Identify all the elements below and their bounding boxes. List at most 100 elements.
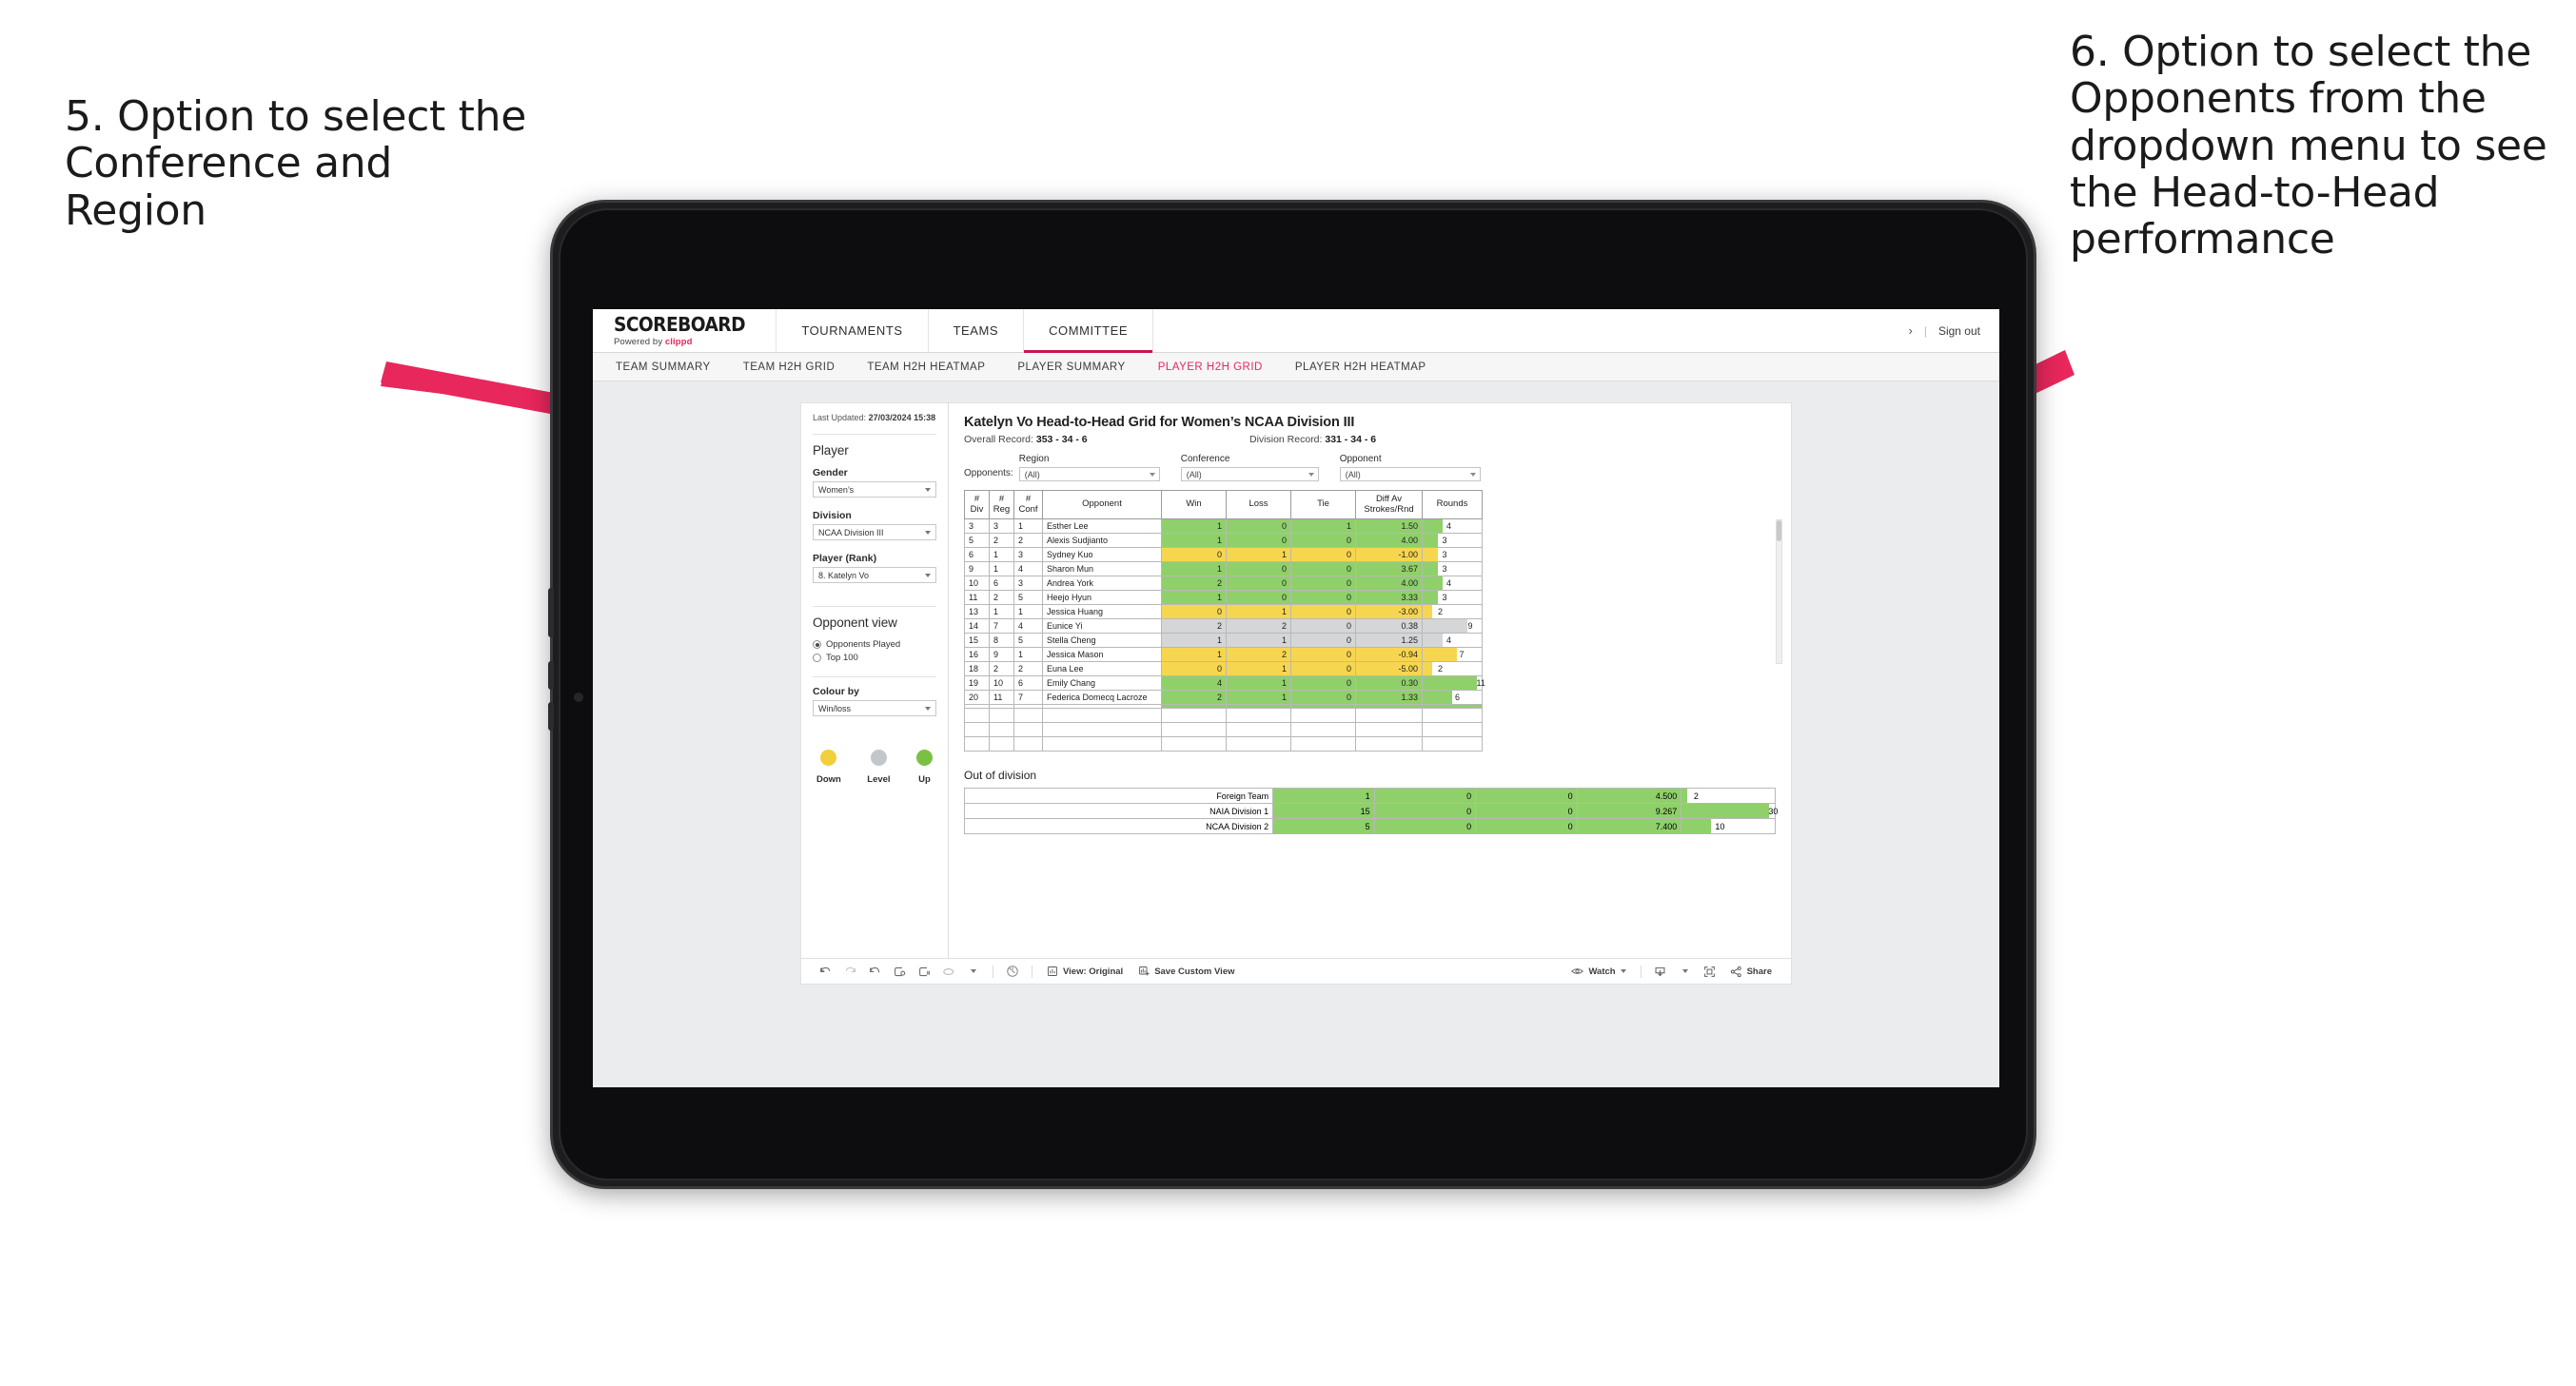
cell-diff[interactable]: 1.25 [1355,633,1423,648]
highlight-dropdown-caret[interactable] [961,969,986,973]
cell-opponent[interactable]: Federica Domecq Lacroze [1042,690,1162,705]
fix-axes-icon[interactable] [1000,965,1025,978]
cell-rounds[interactable]: 3 [1422,547,1483,562]
cell-win[interactable]: 1 [1161,561,1227,576]
cell-loss[interactable]: 0 [1226,590,1291,605]
brand-logo[interactable]: SCOREBOARD Powered by clippd [593,309,777,352]
cell-loss[interactable]: 0 [1226,576,1291,591]
cell-opponent[interactable]: Jessica Mason [1042,647,1162,662]
table-row[interactable]: 10 6 3 Andrea York 2 0 0 4.00 4 [964,576,1483,591]
cell-rounds[interactable]: 2 [1422,604,1483,619]
cell-ood-diff[interactable]: 7.400 [1576,818,1682,834]
download-icon[interactable] [1648,966,1673,978]
cell-rounds[interactable]: 9 [1422,618,1483,634]
out-of-division-row[interactable]: NCAA Division 2 5 0 0 7.400 10 [963,818,1776,834]
cell-ood-diff[interactable]: 9.267 [1576,803,1682,819]
cell-win[interactable]: 1 [1161,633,1227,648]
cell-opponent[interactable]: Alexis Sudjianto [1042,533,1162,548]
gender-select[interactable]: Women’s [813,481,936,498]
cell-rounds[interactable]: 6 [1422,690,1483,705]
cell-opponent[interactable]: Euna Lee [1042,661,1162,676]
cell-loss[interactable]: 1 [1226,675,1291,691]
col-div[interactable]: # Div [964,490,990,519]
cell-reg[interactable]: 10 [989,675,1014,691]
cell-conf[interactable]: 2 [1013,533,1043,548]
cell-reg[interactable]: 8 [989,633,1014,648]
cell-tie[interactable]: 0 [1290,661,1356,676]
cell-loss[interactable]: 1 [1226,661,1291,676]
chevron-right-icon[interactable]: › [1908,323,1912,338]
subnav-item-team-summary[interactable]: TEAM SUMMARY [616,361,711,373]
cell-conf[interactable]: 3 [1013,576,1043,591]
table-row[interactable]: 6 1 3 Sydney Kuo 0 1 0 -1.00 3 [964,547,1483,562]
col-opponent[interactable]: Opponent [1042,490,1162,519]
save-custom-view-button[interactable]: Save Custom View [1131,966,1242,977]
cell-conf[interactable]: 5 [1013,590,1043,605]
col-tie[interactable]: Tie [1290,490,1356,519]
cell-reg[interactable]: 1 [989,547,1014,562]
cell-tie[interactable]: 0 [1290,675,1356,691]
table-row[interactable]: 20 11 7 Federica Domecq Lacroze 2 1 0 1.33 6 [964,690,1483,705]
cell-reg[interactable]: 6 [989,576,1014,591]
cell-rounds[interactable]: 7 [1422,647,1483,662]
cell-win[interactable]: 1 [1161,518,1227,534]
refresh-icon[interactable] [887,966,912,978]
cell-div[interactable]: 6 [964,547,990,562]
topnav-item-committee[interactable]: COMMITTEE [1024,309,1154,353]
table-row[interactable]: 15 8 5 Stella Cheng 1 1 0 1.25 4 [964,633,1483,648]
cell-opponent[interactable]: Andrea York [1042,576,1162,591]
watch-button[interactable]: Watch [1563,966,1633,977]
cell-div[interactable]: 13 [964,604,990,619]
cell-win[interactable]: 2 [1161,576,1227,591]
cell-rounds[interactable]: 3 [1422,533,1483,548]
device-button-b[interactable] [548,661,554,690]
cell-div[interactable]: 16 [964,647,990,662]
table-row[interactable]: 19 10 6 Emily Chang 4 1 0 0.30 11 [964,675,1485,691]
device-volume-button[interactable] [548,588,554,637]
cell-opponent[interactable]: Sharon Mun [1042,561,1162,576]
cell-div[interactable]: 15 [964,633,990,648]
cell-diff[interactable]: 0.38 [1355,618,1423,634]
col-diff[interactable]: Diff Av Strokes/Rnd [1355,490,1423,519]
cell-opponent[interactable]: Sydney Kuo [1042,547,1162,562]
cell-opponent[interactable]: Emily Chang [1042,675,1162,691]
colour-by-select[interactable]: Win/loss [813,700,936,717]
cell-conf[interactable]: 6 [1013,675,1043,691]
cell-win[interactable]: 0 [1161,661,1227,676]
device-button-c[interactable] [548,702,554,731]
cell-div[interactable]: 20 [964,690,990,705]
cell-reg[interactable]: 2 [989,533,1014,548]
cell-conf[interactable]: 1 [1013,604,1043,619]
cell-rounds[interactable]: 3 [1422,561,1483,576]
cell-ood-loss[interactable]: 0 [1373,803,1477,819]
cell-reg[interactable]: 2 [989,590,1014,605]
cell-tie[interactable]: 0 [1290,633,1356,648]
cell-win[interactable]: 1 [1161,647,1227,662]
cell-conf[interactable]: 4 [1013,561,1043,576]
cell-div[interactable]: 14 [964,618,990,634]
cell-tie[interactable]: 0 [1290,590,1356,605]
cell-win[interactable]: 1 [1161,533,1227,548]
cell-diff[interactable]: 4.00 [1355,533,1423,548]
table-row[interactable]: 9 1 4 Sharon Mun 1 0 0 3.67 3 [964,561,1483,576]
cell-ood-loss[interactable]: 0 [1373,818,1477,834]
region-dropdown[interactable]: (All) [1018,467,1160,481]
cell-tie[interactable]: 0 [1290,690,1356,705]
cell-conf[interactable]: 4 [1013,618,1043,634]
cell-tie[interactable]: 0 [1290,533,1356,548]
grid-scrollbar-thumb[interactable] [1777,520,1781,541]
cell-win[interactable]: 1 [1161,590,1227,605]
cell-loss[interactable]: 1 [1226,604,1291,619]
subnav-item-player-summary[interactable]: PLAYER SUMMARY [1017,361,1125,373]
cell-diff[interactable]: 1.50 [1355,518,1423,534]
cell-div[interactable]: 19 [964,675,990,691]
cell-win[interactable]: 0 [1161,547,1227,562]
cell-conf[interactable]: 1 [1013,647,1043,662]
table-row[interactable]: 11 2 5 Heejo Hyun 1 0 0 3.33 3 [964,590,1483,605]
cell-ood-rounds[interactable]: 10 [1681,818,1776,834]
cell-reg[interactable]: 3 [989,518,1014,534]
table-row[interactable]: 14 7 4 Eunice Yi 2 2 0 0.38 9 [964,618,1483,634]
cell-ood-name[interactable]: NCAA Division 2 [963,818,1274,834]
cell-ood-loss[interactable]: 0 [1373,788,1477,804]
redo-icon[interactable] [837,966,862,978]
